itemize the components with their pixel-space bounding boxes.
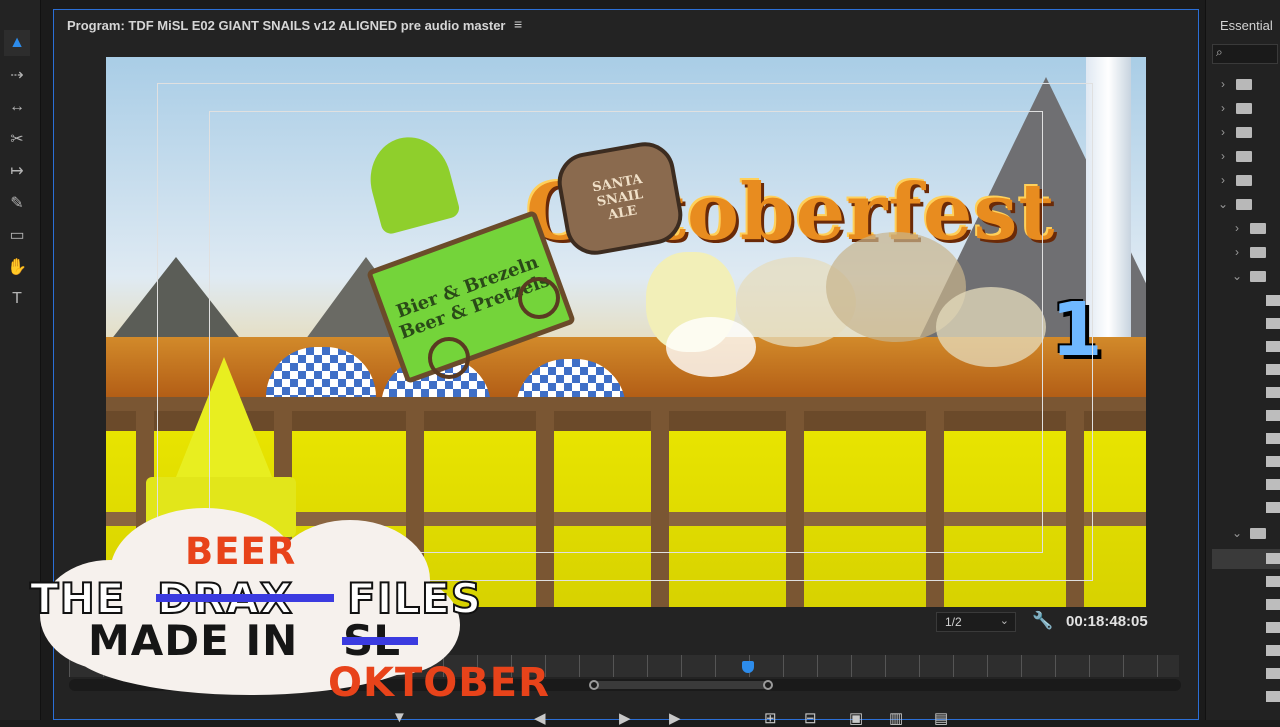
tree-folder[interactable]: ⌄ [1216, 197, 1280, 217]
extract-icon[interactable]: ⊟ [804, 709, 817, 727]
folder-icon [1250, 223, 1266, 235]
chevron-right-icon: › [1221, 77, 1225, 91]
panel-title[interactable]: Essential [1220, 18, 1273, 33]
zoom-scroll-thumb[interactable] [594, 681, 769, 689]
graphic-item-icon[interactable] [1266, 364, 1280, 375]
play-icon[interactable]: ▶ [619, 709, 631, 727]
essential-graphics-panel: Essential ⌕ › › › › › ⌄ › › ⌄ ⌄ [1205, 0, 1280, 720]
graphic-item-icon[interactable] [1266, 410, 1280, 421]
graphic-item-icon[interactable] [1266, 318, 1280, 329]
tools-panel: ▲ ⇢ ↔ ✂ ↦ ✎ ▭ ✋ T [0, 0, 41, 720]
step-forward-icon[interactable]: ▶ [669, 709, 681, 727]
time-ruler[interactable] [69, 655, 1179, 677]
graphic-item-icon[interactable] [1266, 295, 1280, 306]
graphic-item-icon[interactable] [1266, 479, 1280, 490]
folder-icon [1236, 175, 1252, 187]
program-monitor: Program: TDF MiSL E02 GIANT SNAILS v12 A… [53, 9, 1199, 727]
chevron-down-icon: ⌄ [1231, 526, 1243, 540]
monitor-title: Program: TDF MiSL E02 GIANT SNAILS v12 A… [67, 18, 506, 33]
search-icon: ⌕ [1216, 45, 1223, 59]
zoom-level-value: 1/2 [945, 615, 962, 629]
chevron-right-icon: › [1221, 101, 1225, 115]
graphic-item-icon[interactable] [1266, 341, 1280, 352]
tree-folder[interactable]: › [1216, 101, 1280, 121]
vr-video-icon[interactable]: ▤ [934, 709, 948, 727]
rectangle-tool-icon[interactable]: ▭ [4, 222, 30, 248]
folder-icon [1250, 528, 1266, 540]
folder-icon [1236, 199, 1252, 211]
comparison-view-icon[interactable]: ▥ [889, 709, 903, 727]
tree-folder[interactable]: › [1230, 221, 1280, 241]
tree-folder[interactable]: › [1216, 173, 1280, 193]
graphic-item-icon[interactable] [1266, 576, 1280, 587]
export-frame-icon[interactable]: ▣ [849, 709, 863, 727]
chevron-right-icon: › [1221, 173, 1225, 187]
graphic-item-icon[interactable] [1266, 553, 1280, 564]
folder-icon [1236, 79, 1252, 91]
folder-icon [1250, 247, 1266, 259]
chevron-right-icon: › [1221, 125, 1225, 139]
tree-folder[interactable]: ⌄ [1230, 526, 1280, 546]
zoom-handle-left[interactable] [589, 680, 599, 690]
playhead[interactable] [742, 661, 754, 673]
folder-icon [1236, 151, 1252, 163]
chevron-down-icon: ⌄ [1217, 197, 1229, 211]
playhead-timecode[interactable]: 00:18:48:05 [1066, 613, 1148, 630]
wrench-settings-icon[interactable]: 🔧 [1032, 611, 1053, 631]
graphic-item-icon[interactable] [1266, 387, 1280, 398]
title-safe-margin [209, 111, 1043, 553]
slip-tool-icon[interactable]: ↦ [4, 158, 30, 184]
selection-tool-icon[interactable]: ▲ [4, 30, 30, 56]
razor-tool-icon[interactable]: ✂ [4, 126, 30, 152]
folder-icon [1236, 103, 1252, 115]
tree-folder[interactable]: › [1216, 77, 1280, 97]
zoom-handle-right[interactable] [763, 680, 773, 690]
tree-folder[interactable]: › [1216, 149, 1280, 169]
tree-folder[interactable]: ⌄ [1230, 269, 1280, 289]
tree-folder[interactable]: › [1230, 245, 1280, 265]
video-frame: Oktoberfest Bier & Brezeln Beer & Pretze… [106, 57, 1146, 607]
graphic-item-icon[interactable] [1266, 668, 1280, 679]
chevron-down-icon: ⌄ [999, 615, 1009, 627]
folder-icon [1236, 127, 1252, 139]
ripple-edit-tool-icon[interactable]: ↔ [4, 94, 30, 120]
step-back-icon[interactable]: ◀ [534, 709, 546, 727]
graphic-item-icon[interactable] [1266, 433, 1280, 444]
hand-tool-icon[interactable]: ✋ [4, 254, 30, 280]
search-input[interactable]: ⌕ [1212, 44, 1278, 64]
track-select-tool-icon[interactable]: ⇢ [4, 62, 30, 88]
pen-tool-icon[interactable]: ✎ [4, 190, 30, 216]
add-marker-icon[interactable]: ▼ [392, 709, 407, 726]
chevron-down-icon: ⌄ [1231, 269, 1243, 283]
graphic-item-icon[interactable] [1266, 599, 1280, 610]
graphic-item-icon[interactable] [1266, 691, 1280, 702]
hamburger-menu-icon[interactable]: ≡ [514, 16, 522, 32]
graphic-item-icon[interactable] [1266, 456, 1280, 467]
graphic-item-icon[interactable] [1266, 622, 1280, 633]
chevron-right-icon: › [1235, 245, 1239, 259]
tree-folder[interactable]: › [1216, 125, 1280, 145]
chevron-right-icon: › [1221, 149, 1225, 163]
graphic-item-icon[interactable] [1266, 645, 1280, 656]
zoom-level-select[interactable]: 1/2 ⌄ [936, 612, 1016, 632]
lift-icon[interactable]: ⊞ [764, 709, 777, 727]
chevron-right-icon: › [1235, 221, 1239, 235]
folder-icon [1250, 271, 1266, 283]
graphic-item-icon[interactable] [1266, 502, 1280, 513]
type-tool-icon[interactable]: T [4, 286, 30, 312]
